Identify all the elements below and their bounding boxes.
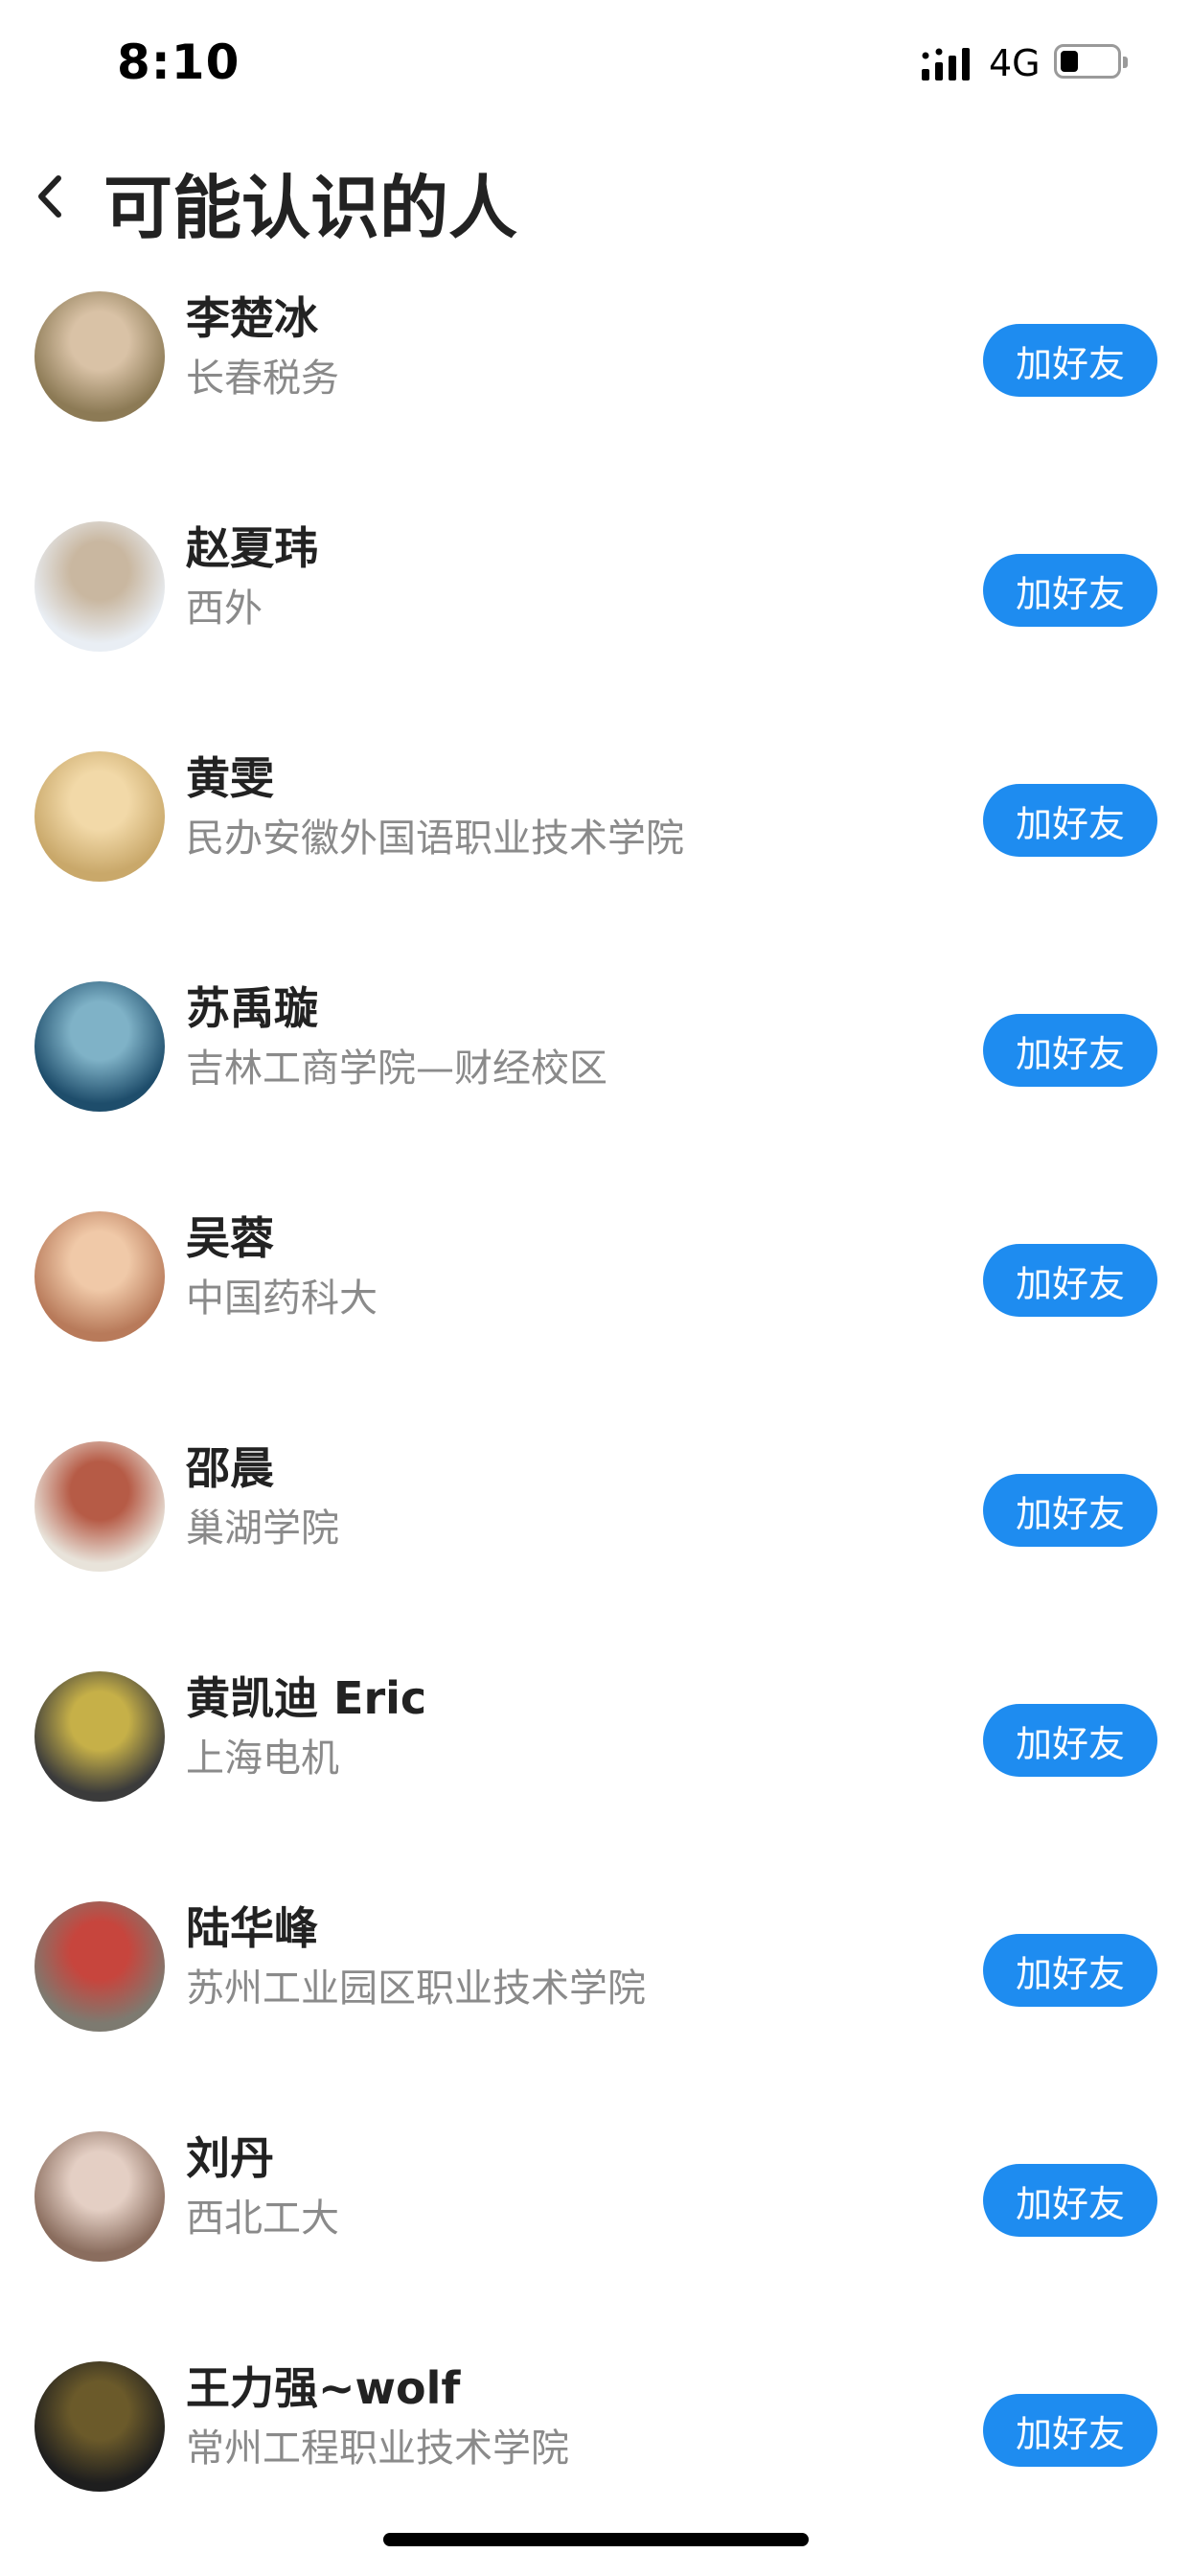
person-organization: 长春税务 (186, 356, 339, 401)
avatar[interactable] (34, 1211, 165, 1342)
list-item[interactable]: 陆华峰苏州工业园区职业技术学院 加好友 (0, 1873, 1190, 2103)
person-organization: 西北工大 (186, 2196, 339, 2241)
person-organization: 西外 (186, 586, 263, 631)
person-name: 吴蓉 (186, 1212, 274, 1264)
avatar[interactable] (34, 2131, 165, 2262)
avatar[interactable] (34, 1441, 165, 1572)
person-name: 李楚冰 (186, 292, 318, 344)
list-item[interactable]: 赵夏玮西外 加好友 (0, 493, 1190, 723)
person-name: 陆华峰 (186, 1902, 318, 1954)
list-item[interactable]: 黄凯迪 Eric 上海电机 加好友 (0, 1643, 1190, 1873)
person-organization: 民办安徽外国语职业技术学院 (186, 816, 684, 861)
network-type: 4G (989, 42, 1041, 84)
avatar[interactable] (34, 291, 165, 422)
add-friend-button[interactable]: 加好友 (983, 1244, 1157, 1317)
list-item[interactable]: 王力强~wolf 常州工程职业技术学院 加好友 (0, 2333, 1190, 2563)
battery-icon (1054, 44, 1128, 79)
add-friend-button[interactable]: 加好友 (983, 554, 1157, 627)
person-organization: 常州工程职业技术学院 (186, 2426, 569, 2471)
person-name: 王力强~wolf (186, 2362, 461, 2414)
list-item[interactable]: 黄雯民办安徽外国语职业技术学院 加好友 (0, 723, 1190, 953)
person-name: 赵夏玮 (186, 522, 318, 574)
list-item[interactable]: 吴蓉中国药科大 加好友 (0, 1183, 1190, 1413)
avatar[interactable] (34, 751, 165, 882)
status-time: 8:10 (117, 34, 240, 90)
person-name: 邵晨 (186, 1442, 274, 1494)
list-item[interactable]: 李楚冰长春税务 加好友 (0, 263, 1190, 493)
avatar[interactable] (34, 2361, 165, 2492)
person-name: 苏禹璇 (186, 982, 318, 1034)
person-organization: 中国药科大 (186, 1276, 378, 1321)
add-friend-button[interactable]: 加好友 (983, 1014, 1157, 1087)
back-button[interactable] (27, 163, 73, 230)
people-list: 李楚冰 长春税务 加好友 赵夏玮 西外 加好友 黄雯 民办安徽外国语职业技术学院 加好友 苏禹璇吉… (0, 263, 1190, 2563)
person-name: 黄凯迪 Eric (186, 1672, 427, 1724)
avatar[interactable] (34, 521, 165, 652)
person-name: 刘丹 (186, 2132, 274, 2184)
avatar[interactable] (34, 1671, 165, 1802)
add-friend-button[interactable]: 加好友 (983, 1934, 1157, 2007)
person-organization: 上海电机 (186, 1736, 339, 1781)
list-item[interactable]: 邵晨巢湖学院 加好友 (0, 1413, 1190, 1643)
avatar[interactable] (34, 1901, 165, 2032)
person-organization: 巢湖学院 (186, 1506, 339, 1551)
add-friend-button[interactable]: 加好友 (983, 2164, 1157, 2237)
person-organization: 苏州工业园区职业技术学院 (186, 1966, 646, 2011)
cellular-signal-icon (922, 48, 970, 80)
add-friend-button[interactable]: 加好友 (983, 324, 1157, 397)
add-friend-button[interactable]: 加好友 (983, 784, 1157, 857)
person-organization: 吉林工商学院—财经校区 (186, 1046, 607, 1091)
status-bar: 8:10 4G (0, 0, 1190, 126)
add-friend-button[interactable]: 加好友 (983, 1474, 1157, 1547)
avatar[interactable] (34, 981, 165, 1112)
list-item[interactable]: 刘丹西北工大 加好友 (0, 2103, 1190, 2333)
person-name: 黄雯 (186, 752, 274, 804)
add-friend-button[interactable]: 加好友 (983, 2394, 1157, 2467)
chevron-left-icon (38, 175, 61, 218)
page-title: 可能认识的人 (103, 168, 518, 248)
navigation-bar: 可能认识的人 (0, 134, 1190, 259)
add-friend-button[interactable]: 加好友 (983, 1704, 1157, 1777)
home-indicator (383, 2533, 809, 2546)
list-item[interactable]: 苏禹璇吉林工商学院—财经校区 加好友 (0, 953, 1190, 1183)
